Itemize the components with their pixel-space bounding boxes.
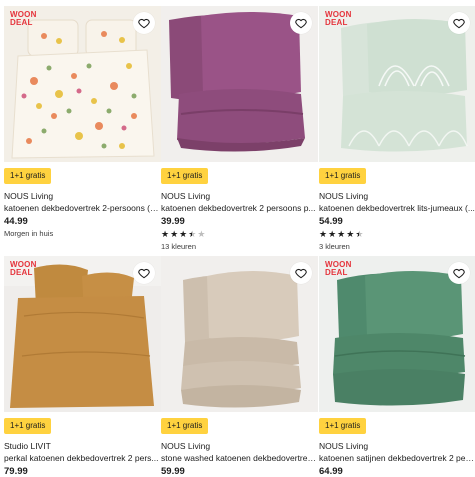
- star-icon: ★: [319, 229, 328, 239]
- star-icon: ★: [170, 229, 179, 239]
- product-title[interactable]: katoenen dekbedovertrek lits-jumeaux (..…: [319, 203, 475, 213]
- product-grid: WOON DEAL 1+1 gratis NOUS Living katoenen…: [0, 0, 475, 477]
- promo-badge: 1+1 gratis: [161, 168, 209, 184]
- product-price: 39.99: [161, 216, 185, 227]
- heart-outline-icon[interactable]: [133, 262, 155, 284]
- star-icon: ★: [161, 229, 170, 239]
- product-title[interactable]: katoenen dekbedovertrek 2 persoons p...: [161, 203, 318, 213]
- product-price: 54.99: [319, 216, 343, 227]
- promo-badge: 1+1 gratis: [319, 418, 367, 434]
- product-title[interactable]: katoenen satijnen dekbedovertrek 2 pers.…: [319, 453, 475, 463]
- star-icon: ★: [328, 229, 337, 239]
- delivery-note: Morgen in huis: [4, 229, 54, 238]
- product-brand: NOUS Living: [319, 191, 369, 201]
- product-brand: NOUS Living: [161, 441, 211, 451]
- product-title[interactable]: stone washed katoenen dekbedovertrek...: [161, 453, 318, 463]
- product-brand: NOUS Living: [319, 441, 369, 451]
- heart-outline-icon[interactable]: [448, 12, 470, 34]
- product-brand: NOUS Living: [161, 191, 211, 201]
- star-icon: ★: [346, 229, 355, 239]
- star-icon: ★: [355, 229, 364, 239]
- woon-deal-badge: WOON DEAL: [325, 260, 352, 277]
- star-icon: ★: [197, 229, 206, 239]
- heart-outline-icon[interactable]: [290, 12, 312, 34]
- star-icon: ★: [337, 229, 346, 239]
- product-price: 44.99: [4, 216, 28, 227]
- heart-outline-icon[interactable]: [448, 262, 470, 284]
- color-count[interactable]: 13 kleuren: [161, 242, 196, 251]
- promo-badge: 1+1 gratis: [161, 418, 209, 434]
- product-title[interactable]: katoenen dekbedovertrek 2-persoons (2...: [4, 203, 161, 213]
- woon-deal-badge: WOON DEAL: [10, 10, 37, 27]
- promo-badge: 1+1 gratis: [4, 418, 52, 434]
- color-count[interactable]: 3 kleuren: [319, 242, 350, 251]
- product-title[interactable]: perkal katoenen dekbedovertrek 2 pers...: [4, 453, 161, 463]
- rating-stars: ★ ★ ★ ★ ★: [319, 230, 363, 239]
- woon-deal-badge: WOON DEAL: [10, 260, 37, 277]
- promo-badge: 1+1 gratis: [4, 168, 52, 184]
- rating-stars: ★ ★ ★ ★ ★: [161, 230, 205, 239]
- product-brand: NOUS Living: [4, 191, 54, 201]
- star-icon: ★: [179, 229, 188, 239]
- woon-deal-badge: WOON DEAL: [325, 10, 352, 27]
- heart-outline-icon[interactable]: [290, 262, 312, 284]
- product-brand: Studio LIVIT: [4, 441, 51, 451]
- star-icon: ★: [188, 229, 197, 239]
- heart-outline-icon[interactable]: [133, 12, 155, 34]
- promo-badge: 1+1 gratis: [319, 168, 367, 184]
